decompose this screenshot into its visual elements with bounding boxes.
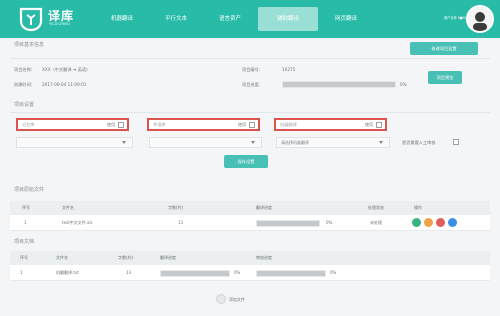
column-header: 翻译进度	[256, 205, 272, 210]
column-header: 操作	[414, 205, 422, 210]
memory-library-use-link[interactable]: 使用	[107, 122, 115, 128]
manual-review-label: 是否需要人工审核	[402, 140, 436, 145]
machine-translation-placeholder: 机器翻译	[280, 122, 297, 127]
row-index: 1	[20, 270, 23, 275]
column-header: 字数(约)	[168, 205, 184, 210]
delete-icon[interactable]	[436, 218, 445, 227]
machine-translation-box[interactable]: 机器翻译 使用	[274, 118, 387, 131]
word-count: 13	[126, 270, 132, 275]
column-header: 文件名	[56, 255, 68, 260]
project-progress-fill	[283, 82, 395, 87]
memory-library-select[interactable]	[16, 137, 133, 148]
tab-language-assets[interactable]: 语言资产	[204, 7, 256, 31]
translation-progress-value: 0%	[326, 220, 333, 225]
user-avatar-icon	[468, 7, 492, 31]
project-preview-button[interactable]: 项目预览	[428, 71, 462, 84]
translation-progress-bar	[160, 270, 230, 277]
manual-review-checkbox[interactable]	[453, 139, 459, 145]
tab-parallel-text[interactable]: 平行文本	[150, 7, 202, 31]
column-header: 序号	[20, 255, 28, 260]
app-tagline: YICAI·ZHIKU	[49, 22, 70, 26]
project-progress-label: 项目进度：	[242, 82, 263, 87]
project-progress-value: 0%	[400, 82, 407, 87]
term-library-placeholder: 术语库	[153, 122, 166, 127]
created-time-value: 2017-06-04 11:09:01	[42, 82, 87, 87]
download-icon[interactable]	[448, 218, 457, 227]
memory-library-placeholder: 记忆库	[22, 122, 35, 127]
project-name-value: XXX（中文翻译 ➔ 英语）	[42, 67, 91, 72]
chevron-down-icon	[459, 17, 463, 20]
save-settings-button[interactable]: 保存设置	[224, 155, 268, 168]
machine-translation-select-value: 请选择机器翻译	[281, 140, 309, 145]
machine-translation-use-link[interactable]: 使用	[365, 122, 373, 128]
column-header: 序号	[22, 205, 30, 210]
memory-library-box[interactable]: 记忆库 使用	[16, 118, 129, 131]
column-header: 字数(约)	[118, 255, 134, 260]
logo-mark-icon	[19, 7, 43, 32]
word-count: 13	[178, 220, 184, 225]
review-progress-fill	[257, 271, 325, 276]
created-time-label: 创建时间：	[14, 82, 35, 87]
app-logo[interactable]: 译库 YICAI·ZHIKU	[18, 6, 84, 32]
table-row[interactable]: 1 机翻翻译.txt 13 0% 0%	[10, 265, 490, 281]
chevron-down-icon	[379, 141, 383, 144]
column-header: 翻译进度	[160, 255, 176, 260]
upload-icon	[216, 294, 226, 304]
avatar[interactable]	[466, 5, 494, 33]
project-code-label: 项目编号：	[242, 67, 263, 72]
file-name-link[interactable]: 机翻翻译.txt	[56, 270, 79, 276]
term-library-use-link[interactable]: 使用	[238, 122, 246, 128]
edit-project-settings-button[interactable]: 修改项目设置	[410, 42, 478, 55]
review-progress-bar	[256, 270, 326, 277]
column-header: 审校进度	[256, 255, 272, 260]
tab-assisted-translation[interactable]: 辅助翻译	[258, 7, 318, 31]
chevron-down-icon	[122, 141, 126, 144]
file-name-link[interactable]: test中文文件.xls	[62, 220, 93, 226]
memory-library-checkbox[interactable]	[118, 122, 124, 128]
machine-translation-select[interactable]: 请选择机器翻译	[276, 137, 390, 148]
tab-machine-translation[interactable]: 机器翻译	[96, 7, 148, 31]
project-info-title: 项目基本信息	[14, 42, 45, 48]
top-header: 译库 YICAI·ZHIKU 机器翻译 平行文本 语言资产 辅助翻译 网页翻译 …	[0, 0, 500, 38]
user-menu[interactable]: 用户名称 13001	[428, 3, 494, 35]
tab-web-translation[interactable]: 网页翻译	[320, 7, 372, 31]
table-row[interactable]: 1 test中文文件.xls 13 0% 未处理	[10, 215, 490, 231]
project-name-label: 项目名称：	[14, 67, 35, 72]
project-settings-title: 项目设置	[14, 102, 35, 108]
review-progress-value: 0%	[330, 270, 337, 275]
original-files-title: 项目原始文件	[14, 187, 45, 193]
translate-icon[interactable]	[412, 218, 421, 227]
translation-progress-value: 0%	[234, 270, 241, 275]
divider	[10, 112, 490, 113]
column-header: 处理状态	[368, 205, 384, 210]
original-files-table-header: 序号 文件名 字数(约) 翻译进度 处理状态 操作	[10, 201, 490, 215]
translation-progress-fill	[161, 271, 229, 276]
divider	[10, 58, 490, 59]
machine-translation-checkbox[interactable]	[376, 122, 382, 128]
status-badge: 未处理	[370, 220, 382, 225]
main-content: 项目基本信息 修改项目设置 项目名称： XXX（中文翻译 ➔ 英语） 创建时间：…	[10, 38, 490, 316]
term-library-checkbox[interactable]	[249, 122, 255, 128]
column-header: 文件名	[62, 205, 74, 210]
chevron-down-icon	[251, 141, 255, 144]
project-progress-bar	[282, 81, 396, 88]
project-code-value: 10275	[282, 67, 296, 72]
translation-progress-bar	[256, 220, 320, 227]
add-file-label: 添加文件	[229, 297, 245, 302]
term-library-box[interactable]: 术语库 使用	[147, 118, 260, 131]
translation-progress-fill	[257, 221, 319, 226]
row-index: 1	[24, 220, 27, 225]
user-name: 用户名称 13001	[444, 16, 468, 20]
project-documents-title: 项目文档	[14, 239, 35, 245]
term-library-select[interactable]	[149, 137, 262, 148]
project-documents-table-header: 序号 文件名 字数(约) 翻译进度 审校进度	[10, 251, 490, 265]
edit-icon[interactable]	[424, 218, 433, 227]
